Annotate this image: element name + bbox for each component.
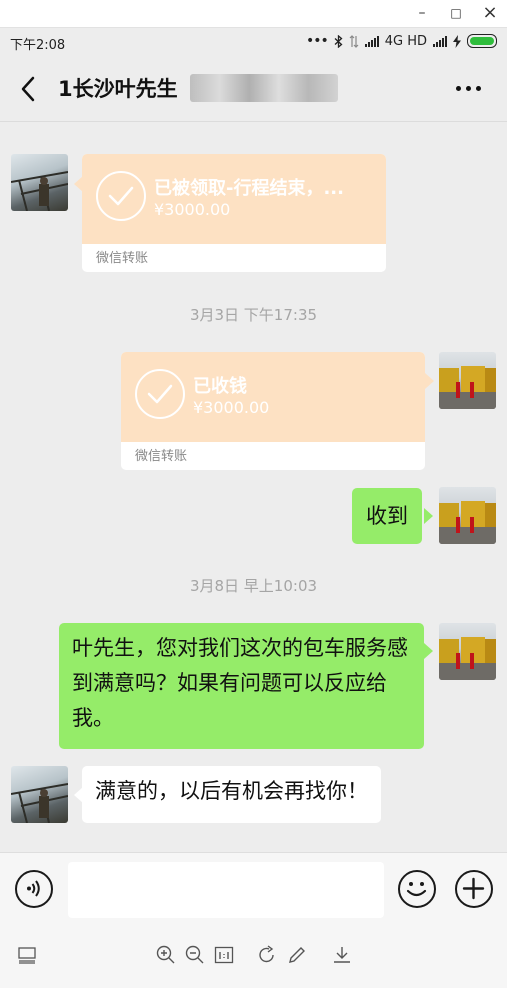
edit-pencil-icon[interactable] <box>286 944 308 966</box>
transfer-card-sent[interactable]: 已收钱 ¥3000.00 微信转账 <box>121 352 425 470</box>
message-input[interactable] <box>68 862 384 918</box>
transfer-footer: 微信转账 <box>135 449 188 464</box>
sent-message: 叶先生，您对我们这次的包车服务感到满意吗？如果有问题可以反应给我。 <box>59 623 424 749</box>
input-bar <box>0 852 507 926</box>
close-button[interactable]: × <box>478 2 502 24</box>
transfer-title: 已收钱 <box>193 376 247 397</box>
received-message: 满意的，以后有机会再找你！ <box>82 766 381 823</box>
chat-header: 1长沙叶先生 <box>0 56 507 122</box>
chat-title: 1长沙叶先生 <box>58 77 178 101</box>
bubble-tail <box>424 643 433 659</box>
status-icons: ••• 4G HD <box>306 33 497 49</box>
self-avatar[interactable] <box>439 352 496 409</box>
redacted-name <box>190 74 338 102</box>
window-titlebar: – □ × <box>0 0 507 28</box>
bubble-tail <box>424 508 433 524</box>
viewer-toolbar <box>0 926 507 988</box>
sent-message: 收到 <box>352 488 422 544</box>
bubble-tail <box>425 373 434 389</box>
more-dots-icon: ••• <box>305 33 329 49</box>
check-circle-icon <box>135 369 185 419</box>
more-options-icon[interactable] <box>456 86 481 91</box>
bluetooth-icon <box>334 34 343 48</box>
emoji-button[interactable] <box>398 870 436 908</box>
self-avatar[interactable] <box>439 487 496 544</box>
transfer-card-received[interactable]: 已被领取-行程结束，... ¥3000.00 微信转账 <box>82 154 386 272</box>
contact-avatar[interactable] <box>11 766 68 823</box>
transfer-amount: ¥3000.00 <box>193 398 270 417</box>
zoom-in-icon[interactable] <box>155 944 177 966</box>
contact-avatar[interactable] <box>11 154 68 211</box>
timestamp: 3月8日 早上10:03 <box>189 577 318 595</box>
minimize-button[interactable]: – <box>410 2 434 24</box>
back-arrow-icon[interactable] <box>18 74 40 104</box>
rotate-icon[interactable] <box>256 944 278 966</box>
voice-button[interactable] <box>15 870 53 908</box>
check-circle-icon <box>96 171 146 221</box>
timestamp: 3月3日 下午17:35 <box>189 306 318 324</box>
charging-icon <box>453 34 461 48</box>
battery-icon <box>467 34 497 48</box>
transfer-footer: 微信转账 <box>96 251 149 266</box>
signal-icon <box>364 35 379 47</box>
transfer-title: 已被领取-行程结束，... <box>154 178 344 199</box>
status-bar: 下午2:08 ••• 4G HD <box>0 28 507 56</box>
add-button[interactable] <box>455 870 493 908</box>
data-arrows-icon <box>349 34 359 48</box>
signal-icon-2 <box>433 35 447 47</box>
actual-size-icon[interactable] <box>213 944 235 966</box>
maximize-button[interactable]: □ <box>444 2 468 24</box>
self-avatar[interactable] <box>439 623 496 680</box>
zoom-out-icon[interactable] <box>184 944 206 966</box>
thumbnail-icon[interactable] <box>16 944 38 966</box>
download-icon[interactable] <box>331 944 353 966</box>
transfer-amount: ¥3000.00 <box>154 200 231 219</box>
network-type: 4G HD <box>384 33 427 49</box>
status-time: 下午2:08 <box>10 38 66 53</box>
